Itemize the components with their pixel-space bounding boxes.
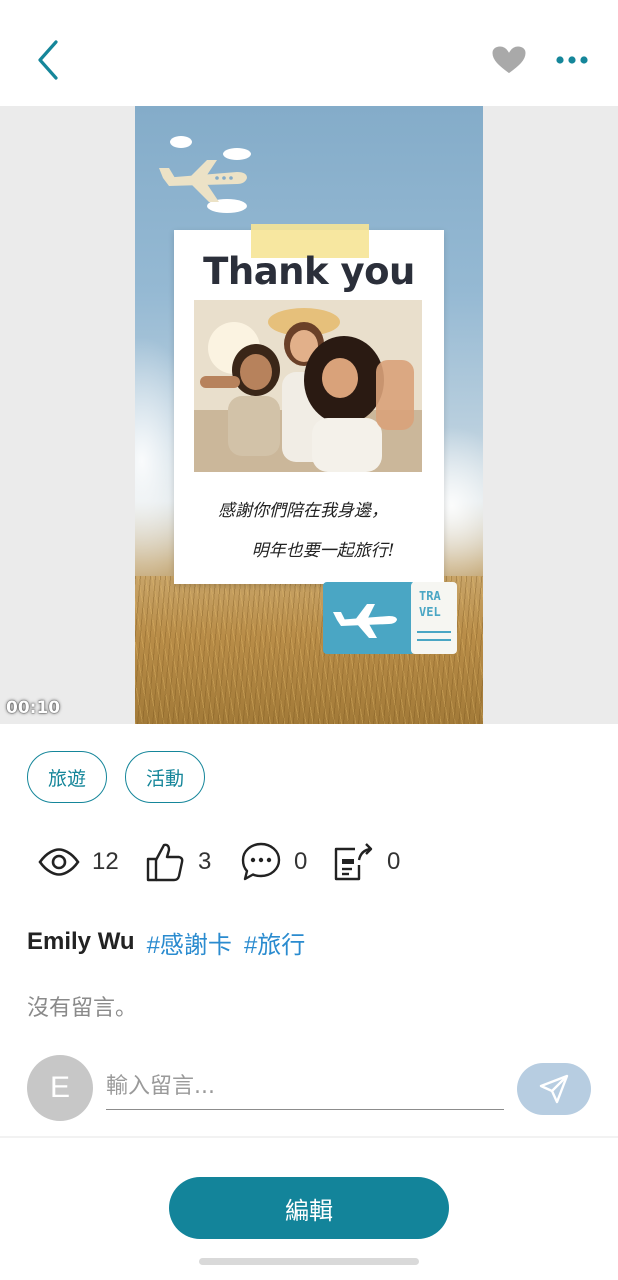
favorite-button[interactable] [486,40,532,80]
no-comments-text: 沒有留言。 [27,996,138,1021]
post-caption: Emily Wu #感謝卡 #旅行 [27,924,305,960]
shares-stat[interactable]: 0 [333,838,400,886]
top-bar [0,0,618,106]
views-count: 12 [92,848,119,875]
more-horizontal-icon [556,56,588,64]
home-indicator [199,1258,419,1265]
comment-bubble-icon [241,842,281,881]
travel-ticket-decoration: TRA VEL [323,582,457,654]
photo-illustration [194,300,422,472]
video-timecode: 00:10 [6,698,61,718]
comments-stat[interactable]: 0 [240,838,307,886]
author-name[interactable]: Emily Wu [27,928,135,956]
eye-icon [38,848,80,876]
avatar: E [27,1055,93,1121]
card-message-line-1: 感謝你們陪在我身邊， [218,501,388,521]
tag-activity[interactable]: 活動 [125,751,206,803]
tag-travel[interactable]: 旅遊 [27,751,108,803]
hashtag-travel[interactable]: #旅行 [244,925,305,960]
ticket-text-2: VEL [419,605,441,619]
edit-button[interactable]: 編輯 [169,1177,449,1239]
share-document-icon [334,843,373,881]
likes-stat[interactable]: 3 [144,838,211,886]
comment-input[interactable] [106,1064,504,1110]
ticket-text-1: TRA [419,589,441,603]
shares-count: 0 [387,848,401,875]
comments-count: 0 [294,848,308,875]
likes-count: 3 [198,848,212,875]
thank-you-card-image: Thank you 感謝你們陪在我身邊， 明年也要一起旅行! TRA VEL [135,106,483,724]
media-viewer[interactable]: Thank you 感謝你們陪在我身邊， 明年也要一起旅行! TRA VEL 0… [0,106,618,724]
divider [0,1136,618,1138]
card-message-line-2: 明年也要一起旅行! [251,541,395,561]
send-icon [539,1074,569,1104]
more-options-button[interactable] [548,40,596,80]
chevron-left-icon [38,40,58,80]
card-paper: Thank you 感謝你們陪在我身邊， 明年也要一起旅行! [174,224,444,584]
send-button[interactable] [517,1063,591,1115]
card-title: Thank you [203,250,415,293]
hashtag-thank-you-card[interactable]: #感謝卡 [147,925,232,960]
views-stat: 12 [38,838,119,886]
heart-icon [489,43,529,77]
group-photo [194,300,422,472]
back-button[interactable] [28,36,68,84]
airplane-icon [159,136,251,213]
thumbs-up-icon [146,843,184,882]
